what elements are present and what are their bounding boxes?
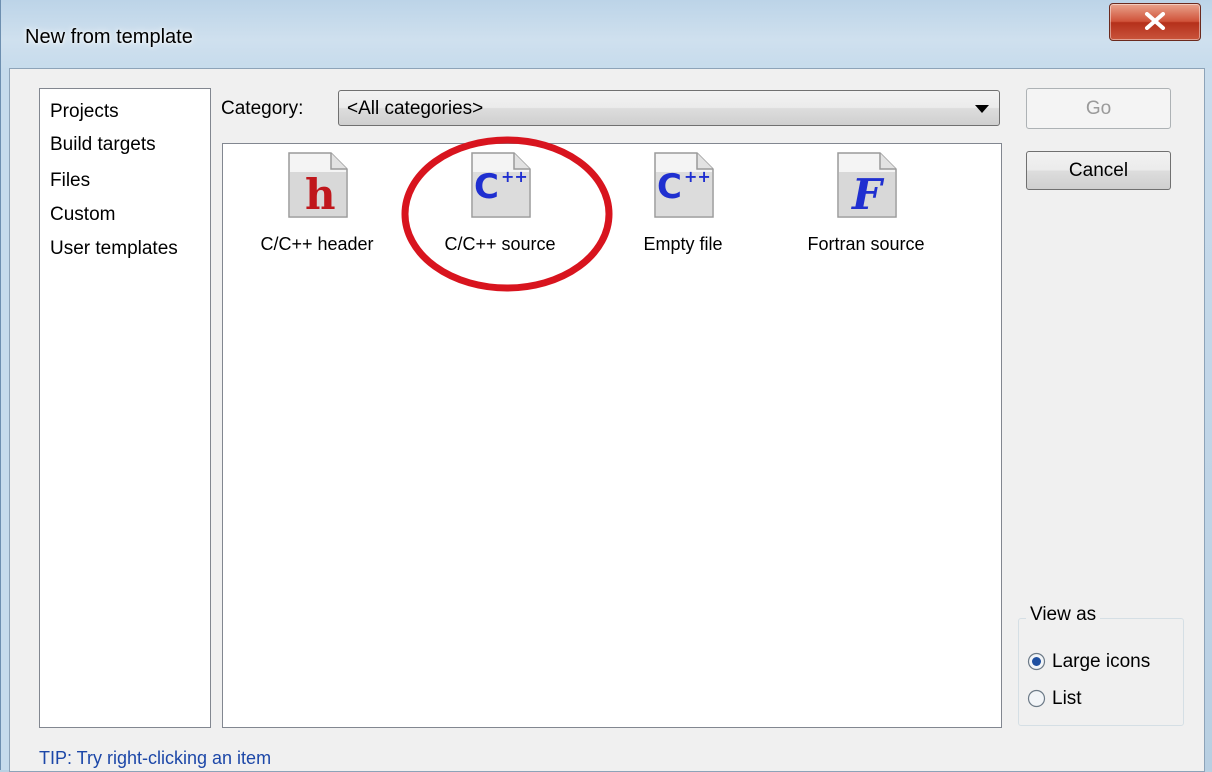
radio-label: List — [1052, 688, 1082, 709]
category-select[interactable]: <All categories> — [338, 90, 1000, 126]
template-label: Fortran source — [807, 234, 925, 254]
dialog-window: New from template Projects Build targets… — [0, 0, 1212, 772]
radio-list[interactable]: List — [1027, 686, 1177, 712]
view-as-title: View as — [1026, 604, 1101, 626]
svg-text:C: C — [657, 167, 682, 207]
list-item-files[interactable]: Files — [50, 170, 90, 192]
chevron-down-icon — [975, 105, 989, 113]
svg-text:F: F — [851, 170, 885, 218]
list-item-projects[interactable]: Projects — [50, 101, 119, 123]
template-type-list[interactable]: Projects Build targets Files Custom User… — [39, 88, 211, 728]
title-bar[interactable]: New from template — [1, 0, 1212, 70]
list-item-user-templates[interactable]: User templates — [50, 238, 178, 260]
radio-large-icons[interactable]: Large icons — [1027, 649, 1177, 675]
highlight-circle-annotation — [401, 136, 613, 292]
template-label: C/C++ header — [260, 234, 374, 254]
category-select-value: <All categories> — [347, 98, 484, 119]
cancel-button[interactable]: Cancel — [1026, 151, 1171, 190]
list-item-build-targets[interactable]: Build targets — [50, 134, 156, 156]
radio-unchecked-icon — [1027, 689, 1046, 708]
fortran-file-icon: F — [837, 152, 897, 218]
tip-text: TIP: Try right-clicking an item — [39, 748, 272, 768]
svg-text:++: ++ — [684, 167, 711, 186]
radio-label: Large icons — [1052, 651, 1151, 672]
template-item-empty-file[interactable]: C ++ Empty file — [608, 152, 758, 254]
template-item-fortran-source[interactable]: F Fortran source — [791, 152, 941, 254]
template-item-cpp-header[interactable]: h C/C++ header — [242, 152, 392, 254]
go-button[interactable]: Go — [1026, 88, 1171, 129]
cpp-file-icon: C ++ — [654, 152, 714, 218]
list-item-custom[interactable]: Custom — [50, 204, 115, 226]
window-title: New from template — [25, 26, 193, 48]
window-frame-edge — [1204, 68, 1212, 770]
close-icon — [1145, 12, 1165, 30]
template-label: Empty file — [643, 234, 723, 254]
radio-checked-icon — [1027, 652, 1046, 671]
h-file-icon: h — [288, 152, 348, 218]
close-button[interactable] — [1109, 3, 1201, 41]
svg-text:h: h — [305, 170, 336, 218]
category-label: Category: — [221, 98, 304, 119]
